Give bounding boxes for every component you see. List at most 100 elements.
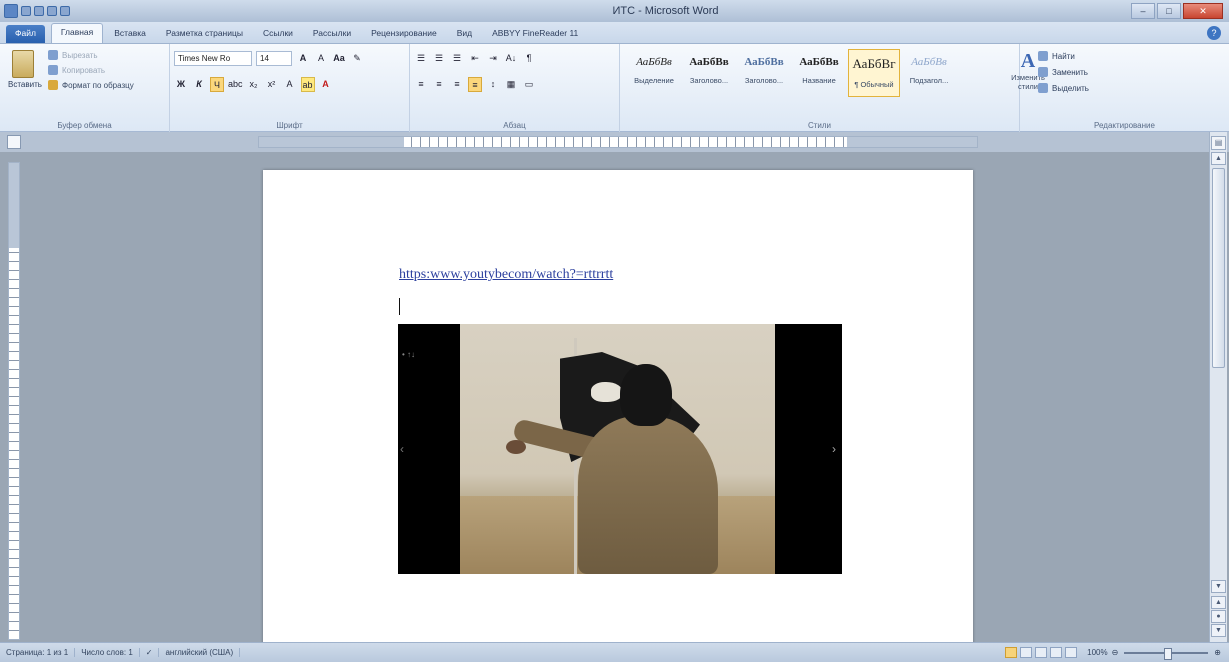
tab-abbyy[interactable]: ABBYY FineReader 11 [483,25,587,43]
strikethrough-button[interactable]: abc [228,77,243,92]
word-app-icon[interactable] [4,4,18,18]
style-heading-2[interactable]: АаБбВв Заголово... [738,49,790,97]
sort-button[interactable]: A↓ [504,51,518,66]
hyperlink[interactable]: https:www.youtybecom/watch?=rttrrtt [399,267,613,283]
clipboard-group: Вставить Вырезать Копировать Формат по о… [0,44,170,132]
style-sample: АаБбВг [852,56,896,71]
tab-home[interactable]: Главная [50,23,104,43]
format-painter-label: Формат по образцу [62,80,134,90]
zoom-level[interactable]: 100% [1083,648,1111,657]
save-icon[interactable] [21,6,31,16]
bold-button[interactable]: Ж [174,77,188,92]
underline-button[interactable]: Ч [210,76,224,92]
language-status[interactable]: английский (США) [159,648,241,657]
multilevel-list-button[interactable]: ☰ [450,51,464,66]
borders-button[interactable]: ▭ [522,77,536,92]
replace-icon [1038,67,1048,77]
editing-group: Найти Заменить Выделить Редактирование [1020,44,1229,132]
vertical-ruler[interactable] [8,162,20,640]
scroll-up-button[interactable]: ▲ [1211,152,1226,165]
style-name: Заголово... [744,76,784,85]
word-count-status[interactable]: Число слов: 1 [75,648,140,657]
ruler-toggle-button[interactable]: ▤ [1211,136,1226,150]
style-normal[interactable]: АаБбВг ¶ Обычный [848,49,900,97]
tab-view[interactable]: Вид [448,25,481,43]
align-right-button[interactable]: ≡ [450,77,464,92]
highlight-button[interactable]: ab [300,76,315,92]
style-heading-1[interactable]: АаБбВв Заголово... [683,49,735,97]
subscript-button[interactable]: x₂ [247,77,261,92]
tab-references[interactable]: Ссылки [254,25,302,43]
clipboard-icon [12,50,34,78]
copy-button[interactable]: Копировать [48,65,134,75]
style-title[interactable]: АаБбВв Название [793,49,845,97]
next-page-button[interactable]: ▼ [1211,624,1226,637]
replace-label: Заменить [1052,67,1088,77]
paste-button[interactable]: Вставить [8,50,42,89]
full-screen-view-button[interactable] [1020,647,1033,658]
draft-view-button[interactable] [1065,647,1078,658]
help-icon[interactable]: ? [1207,26,1221,40]
superscript-button[interactable]: x² [265,77,279,92]
print-layout-view-button[interactable] [1005,647,1018,658]
bullets-button[interactable]: ☰ [414,51,428,66]
justify-button[interactable]: ≡ [468,76,482,92]
minimize-button[interactable]: – [1131,3,1155,19]
replace-button[interactable]: Заменить [1038,67,1225,77]
zoom-slider[interactable] [1124,647,1209,660]
align-center-button[interactable]: ≡ [432,77,446,92]
decrease-indent-button[interactable]: ⇤ [468,51,482,66]
document-page[interactable]: https:www.youtybecom/watch?=rttrrtt • ↑↓… [263,170,973,642]
tab-insert[interactable]: Вставка [105,25,155,43]
cut-button[interactable]: Вырезать [48,50,134,60]
undo-icon[interactable] [34,6,44,16]
close-button[interactable]: ✕ [1183,3,1223,19]
increase-indent-button[interactable]: ⇥ [486,51,500,66]
page-count-status[interactable]: Страница: 1 из 1 [0,648,76,657]
show-marks-button[interactable]: ¶ [522,51,536,66]
tab-file[interactable]: Файл [6,25,45,43]
italic-button[interactable]: К [192,77,206,92]
horizontal-ruler[interactable] [258,136,978,148]
find-button[interactable]: Найти [1038,51,1225,61]
browse-object-button[interactable]: ● [1211,610,1226,623]
line-spacing-button[interactable]: ↕ [486,77,500,92]
align-left-button[interactable]: ≡ [414,77,428,92]
font-size-select[interactable]: 14 [256,50,292,66]
zoom-out-button[interactable]: ⊖ [1112,648,1119,657]
style-emphasis[interactable]: АаБбВв Выделение [628,49,680,97]
tab-review[interactable]: Рецензирование [362,25,446,43]
maximize-button[interactable]: □ [1157,3,1181,19]
shrink-font-button[interactable]: A [314,51,328,66]
select-button[interactable]: Выделить [1038,83,1225,93]
shading-button[interactable]: ▦ [504,77,518,92]
change-case-button[interactable]: Aa [332,51,346,66]
style-subtitle[interactable]: АаБбВв Подзагол... [903,49,955,97]
vertical-scrollbar[interactable]: ▤ ▲ ▼ ▲ ● ▼ [1209,132,1227,642]
font-color-button[interactable]: A [319,77,333,92]
text-effects-button[interactable]: A [283,77,297,92]
next-arrow-icon[interactable]: › [832,442,836,456]
tab-page-layout[interactable]: Разметка страницы [157,25,252,43]
tab-selector-button[interactable] [7,135,21,149]
prev-page-button[interactable]: ▲ [1211,596,1226,609]
font-name-select[interactable]: Times New Ro [174,50,252,66]
clear-formatting-button[interactable]: ✎ [350,51,364,66]
grow-font-button[interactable]: A [296,51,310,66]
redo-icon[interactable] [47,6,57,16]
style-name: Заголово... [689,76,729,85]
style-sample: АаБбВв [744,56,784,68]
tab-mailings[interactable]: Рассылки [304,25,360,43]
numbering-button[interactable]: ☰ [432,51,446,66]
web-layout-view-button[interactable] [1035,647,1048,658]
zoom-in-button[interactable]: ⊕ [1214,648,1229,657]
embedded-video[interactable]: • ↑↓ ‹ › [398,324,842,574]
font-row-2: Ж К Ч abc x₂ x² A ab A [174,75,405,93]
customize-qat-icon[interactable] [60,6,70,16]
format-painter-button[interactable]: Формат по образцу [48,80,134,90]
outline-view-button[interactable] [1050,647,1063,658]
prev-arrow-icon[interactable]: ‹ [400,442,404,456]
proofing-icon[interactable]: ✓ [140,648,160,657]
scroll-thumb[interactable] [1212,168,1225,368]
scroll-down-button[interactable]: ▼ [1211,580,1226,593]
